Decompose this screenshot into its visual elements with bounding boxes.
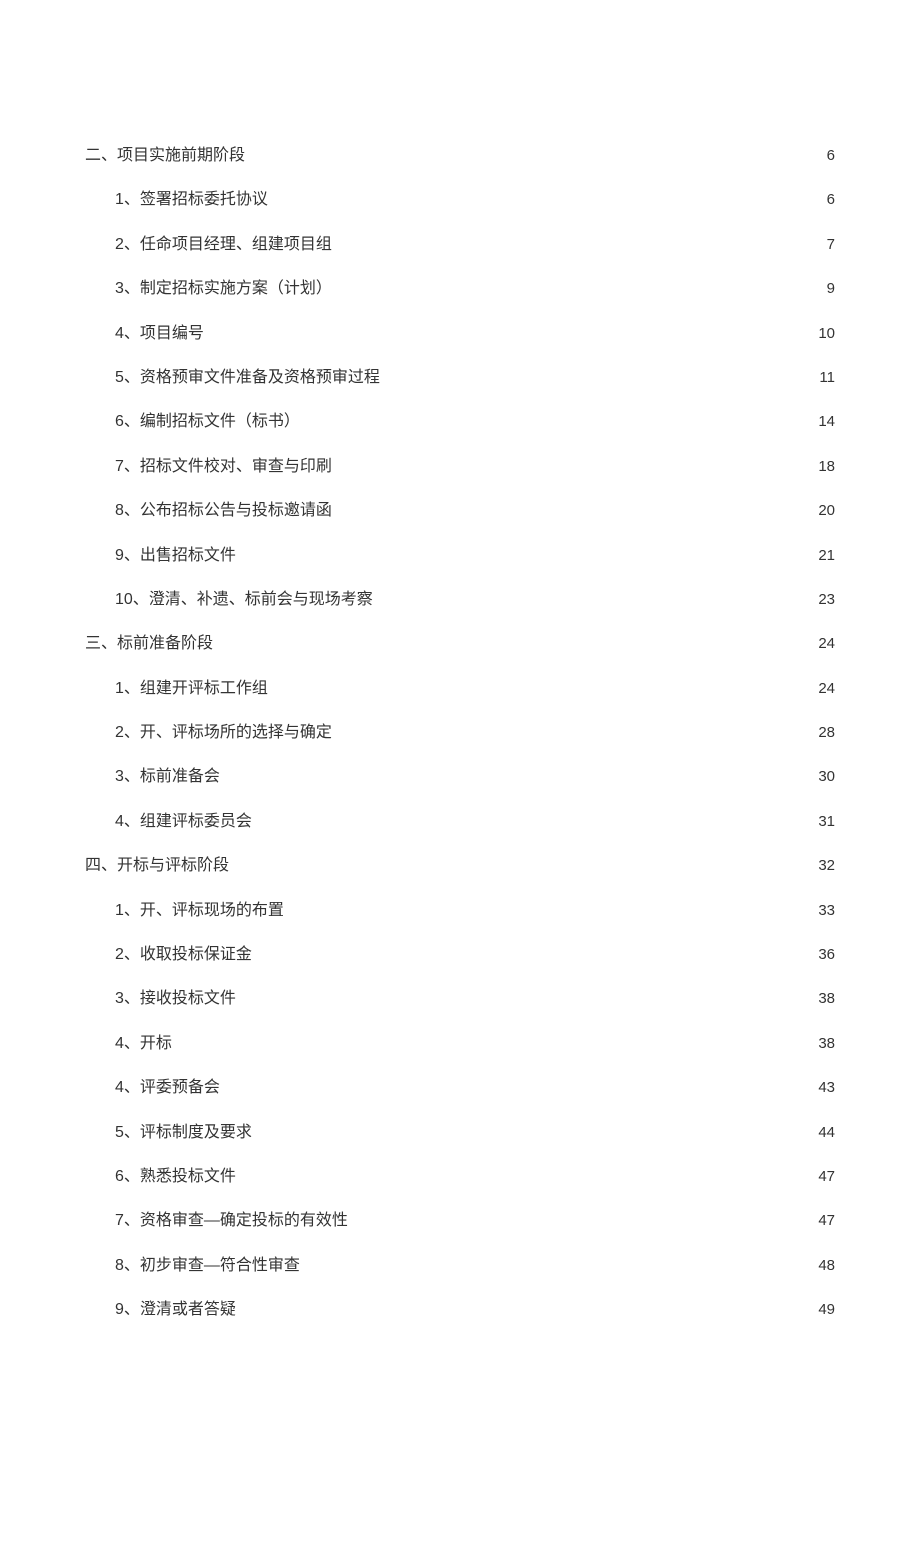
toc-item: 5、评标制度及要求 44 — [85, 1122, 835, 1144]
toc-item: 9、澄清或者答疑 49 — [85, 1299, 835, 1321]
toc-item: 7、资格审查—确定投标的有效性 47 — [85, 1210, 835, 1232]
toc-item: 6、熟悉投标文件 47 — [85, 1166, 835, 1188]
toc-item: 2、收取投标保证金 36 — [85, 944, 835, 966]
toc-item: 1、签署招标委托协议 6 — [85, 189, 835, 211]
toc-item-label: 3、接收投标文件 — [85, 988, 236, 1010]
toc-item: 4、开标 38 — [85, 1033, 835, 1055]
toc-section-heading: 二、项目实施前期阶段 6 — [85, 145, 835, 167]
toc-page-number: 33 — [811, 900, 835, 921]
toc-item: 4、评委预备会 43 — [85, 1077, 835, 1099]
toc-item-label: 9、出售招标文件 — [85, 545, 236, 567]
toc-item-label: 4、评委预备会 — [85, 1077, 220, 1099]
toc-item: 8、公布招标公告与投标邀请函 20 — [85, 500, 835, 522]
toc-page-number: 49 — [811, 1299, 835, 1320]
toc-item-label: 7、招标文件校对、审查与印刷 — [85, 456, 332, 478]
toc-page-number: 6 — [811, 189, 835, 210]
toc-page-number: 21 — [811, 545, 835, 566]
toc-page-number: 18 — [811, 456, 835, 477]
toc-item-label: 5、资格预审文件准备及资格预审过程 — [85, 367, 380, 389]
toc-item: 4、项目编号 10 — [85, 323, 835, 345]
toc-item: 1、开、评标现场的布置 33 — [85, 900, 835, 922]
toc-item-label: 1、开、评标现场的布置 — [85, 900, 284, 922]
toc-page-number: 23 — [811, 589, 835, 610]
toc-item-label: 8、公布招标公告与投标邀请函 — [85, 500, 332, 522]
toc-item-label: 2、开、评标场所的选择与确定 — [85, 722, 332, 744]
toc-item: 9、出售招标文件 21 — [85, 545, 835, 567]
toc-section-heading: 四、开标与评标阶段 32 — [85, 855, 835, 877]
toc-page-number: 31 — [811, 811, 835, 832]
toc-page-number: 14 — [811, 411, 835, 432]
toc-item: 3、制定招标实施方案（计划） 9 — [85, 278, 835, 300]
toc-page-number: 48 — [811, 1255, 835, 1276]
toc-item: 10、澄清、补遗、标前会与现场考察 23 — [85, 589, 835, 611]
toc-page-number: 44 — [811, 1122, 835, 1143]
toc-page-number: 47 — [811, 1210, 835, 1231]
toc-item: 5、资格预审文件准备及资格预审过程 11 — [85, 367, 835, 389]
toc-section-label: 二、项目实施前期阶段 — [85, 145, 245, 167]
toc-section-heading: 三、标前准备阶段 24 — [85, 633, 835, 655]
toc-page-number: 43 — [811, 1077, 835, 1098]
toc-item-label: 9、澄清或者答疑 — [85, 1299, 236, 1321]
toc-page-number: 7 — [811, 234, 835, 255]
toc-page-number: 6 — [811, 145, 835, 166]
toc-item-label: 4、开标 — [85, 1033, 172, 1055]
toc-item: 6、编制招标文件（标书） 14 — [85, 411, 835, 433]
toc-item: 7、招标文件校对、审查与印刷 18 — [85, 456, 835, 478]
toc-page-number: 38 — [811, 988, 835, 1009]
toc-page-number: 10 — [811, 323, 835, 344]
toc-item-label: 5、评标制度及要求 — [85, 1122, 252, 1144]
toc-page-number: 24 — [811, 678, 835, 699]
toc-page-number: 20 — [811, 500, 835, 521]
toc-item: 4、组建评标委员会 31 — [85, 811, 835, 833]
toc-item: 3、标前准备会 30 — [85, 766, 835, 788]
toc-item-label: 2、收取投标保证金 — [85, 944, 252, 966]
toc-page-number: 24 — [811, 633, 835, 654]
toc-page-number: 36 — [811, 944, 835, 965]
toc-item-label: 2、任命项目经理、组建项目组 — [85, 234, 332, 256]
toc-item-label: 6、熟悉投标文件 — [85, 1166, 236, 1188]
toc-item-label: 7、资格审查—确定投标的有效性 — [85, 1210, 348, 1232]
toc-page-number: 9 — [811, 278, 835, 299]
toc-item: 1、组建开评标工作组 24 — [85, 678, 835, 700]
toc-item-label: 6、编制招标文件（标书） — [85, 411, 300, 433]
toc-item-label: 3、标前准备会 — [85, 766, 220, 788]
toc-item-label: 10、澄清、补遗、标前会与现场考察 — [85, 589, 373, 611]
toc-page-number: 32 — [811, 855, 835, 876]
toc-item: 8、初步审查—符合性审查 48 — [85, 1255, 835, 1277]
toc-item-label: 1、签署招标委托协议 — [85, 189, 268, 211]
toc-item-label: 8、初步审查—符合性审查 — [85, 1255, 300, 1277]
toc-item: 2、开、评标场所的选择与确定 28 — [85, 722, 835, 744]
toc-item-label: 4、组建评标委员会 — [85, 811, 252, 833]
toc-page-number: 28 — [811, 722, 835, 743]
toc-section-label: 四、开标与评标阶段 — [85, 855, 229, 877]
toc-page-number: 11 — [811, 367, 835, 388]
toc-page-number: 30 — [811, 766, 835, 787]
toc-page-number: 38 — [811, 1033, 835, 1054]
toc-item-label: 1、组建开评标工作组 — [85, 678, 268, 700]
toc-page-number: 47 — [811, 1166, 835, 1187]
toc-page: 二、项目实施前期阶段 6 1、签署招标委托协议 6 2、任命项目经理、组建项目组… — [0, 0, 920, 1544]
toc-item: 2、任命项目经理、组建项目组 7 — [85, 234, 835, 256]
toc-section-label: 三、标前准备阶段 — [85, 633, 213, 655]
toc-item-label: 4、项目编号 — [85, 323, 204, 345]
toc-item: 3、接收投标文件 38 — [85, 988, 835, 1010]
toc-item-label: 3、制定招标实施方案（计划） — [85, 278, 332, 300]
